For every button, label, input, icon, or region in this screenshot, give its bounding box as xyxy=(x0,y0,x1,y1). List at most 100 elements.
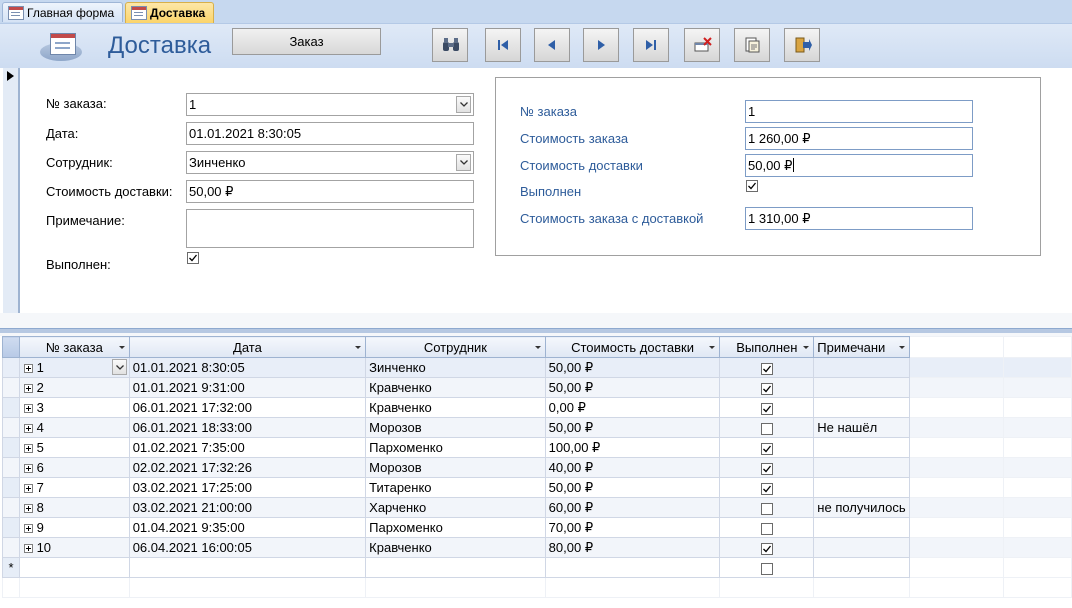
sort-arrow-icon[interactable] xyxy=(709,346,716,349)
table-row[interactable]: 7 03.02.2021 17:25:00 Титаренко 50,00 ₽ xyxy=(2,477,1072,498)
expand-plus-icon[interactable] xyxy=(23,544,33,554)
next-record-button[interactable] xyxy=(583,28,619,62)
row-selector[interactable] xyxy=(2,537,20,558)
delivery-cost-cell[interactable]: 50,00 ₽ xyxy=(544,477,721,498)
sub-delivery-cost-field[interactable]: 50,00 ₽ xyxy=(745,154,973,177)
expand-plus-icon[interactable] xyxy=(23,464,33,474)
sub-done-checkbox[interactable] xyxy=(746,180,758,192)
sort-arrow-icon[interactable] xyxy=(898,346,905,349)
first-record-button[interactable] xyxy=(485,28,521,62)
row-selector[interactable] xyxy=(2,377,20,398)
table-row[interactable]: 2 01.01.2021 9:31:00 Кравченко 50,00 ₽ xyxy=(2,377,1072,398)
expand-plus-icon[interactable] xyxy=(23,424,33,434)
order-no-cell[interactable] xyxy=(18,557,130,578)
table-row[interactable]: 5 01.02.2021 7:35:00 Пархоменко 100,00 ₽ xyxy=(2,437,1072,458)
order-no-cell[interactable]: 2 xyxy=(18,377,130,398)
note-cell[interactable]: Не нашёл xyxy=(813,417,910,438)
done-checkbox[interactable] xyxy=(760,542,773,555)
done-cell[interactable] xyxy=(719,477,815,498)
column-header-date[interactable]: Дата xyxy=(128,336,367,358)
done-checkbox[interactable] xyxy=(760,502,773,515)
row-selector[interactable] xyxy=(2,517,20,538)
employee-cell[interactable]: Пархоменко xyxy=(365,437,546,458)
date-cell[interactable]: 02.02.2021 17:32:26 xyxy=(128,457,367,478)
date-cell[interactable]: 06.01.2021 17:32:00 xyxy=(128,397,367,418)
row-selector[interactable] xyxy=(2,437,20,458)
row-selector[interactable] xyxy=(2,477,20,498)
note-cell[interactable] xyxy=(813,457,910,478)
note-cell[interactable] xyxy=(813,377,910,398)
date-cell[interactable]: 06.04.2021 16:00:05 xyxy=(128,537,367,558)
column-header-delivery-cost[interactable]: Стоимость доставки xyxy=(544,336,721,358)
order-no-cell[interactable]: 5 xyxy=(18,437,130,458)
date-cell[interactable]: 01.01.2021 9:31:00 xyxy=(128,377,367,398)
employee-cell[interactable]: Кравченко xyxy=(365,377,546,398)
sort-arrow-icon[interactable] xyxy=(355,346,362,349)
delivery-cost-field[interactable]: 50,00 ₽ xyxy=(186,180,474,203)
employee-cell[interactable]: Морозов xyxy=(365,417,546,438)
note-cell[interactable] xyxy=(813,397,910,418)
column-header-done[interactable]: Выполнен xyxy=(719,336,815,358)
new-record-selector[interactable]: * xyxy=(2,557,20,578)
expand-plus-icon[interactable] xyxy=(23,404,33,414)
done-cell[interactable] xyxy=(719,557,815,578)
done-checkbox[interactable] xyxy=(760,522,773,535)
expand-plus-icon[interactable] xyxy=(23,364,33,374)
note-cell[interactable] xyxy=(813,357,910,378)
table-row[interactable]: 6 02.02.2021 17:32:26 Морозов 40,00 ₽ xyxy=(2,457,1072,478)
done-cell[interactable] xyxy=(719,457,815,478)
note-field[interactable] xyxy=(186,209,474,248)
table-row[interactable]: 1 01.01.2021 8:30:05 Зинченко 50,00 ₽ xyxy=(2,357,1072,378)
done-checkbox[interactable] xyxy=(760,422,773,435)
order-no-cell[interactable]: 8 xyxy=(18,497,130,518)
select-all-corner[interactable] xyxy=(2,336,20,358)
order-no-cell[interactable]: 7 xyxy=(18,477,130,498)
employee-cell[interactable]: Морозов xyxy=(365,457,546,478)
order-no-cell[interactable]: 10 xyxy=(18,537,130,558)
delivery-cost-cell[interactable]: 80,00 ₽ xyxy=(544,537,721,558)
sort-arrow-icon[interactable] xyxy=(534,346,541,349)
report-button[interactable] xyxy=(734,28,770,62)
note-cell[interactable] xyxy=(813,557,910,578)
done-checkbox[interactable] xyxy=(760,462,773,475)
done-cell[interactable] xyxy=(719,417,815,438)
note-cell[interactable] xyxy=(813,537,910,558)
order-no-combo[interactable]: 1 xyxy=(186,93,474,116)
tab-main-form[interactable]: Главная форма xyxy=(2,2,123,22)
delivery-cost-cell[interactable]: 50,00 ₽ xyxy=(544,357,721,378)
delivery-cost-cell[interactable] xyxy=(544,557,721,578)
delivery-cost-cell[interactable]: 40,00 ₽ xyxy=(544,457,721,478)
expand-plus-icon[interactable] xyxy=(23,444,33,454)
date-cell[interactable]: 06.01.2021 18:33:00 xyxy=(128,417,367,438)
note-cell[interactable] xyxy=(813,517,910,538)
done-cell[interactable] xyxy=(719,497,815,518)
expand-plus-icon[interactable] xyxy=(23,484,33,494)
order-no-cell-dropdown-button[interactable] xyxy=(111,359,127,375)
order-no-cell[interactable]: 1 xyxy=(18,357,130,378)
date-cell[interactable] xyxy=(128,557,367,578)
exit-button[interactable] xyxy=(784,28,820,62)
row-selector[interactable] xyxy=(2,417,20,438)
find-button[interactable] xyxy=(432,28,468,62)
last-record-button[interactable] xyxy=(633,28,669,62)
delivery-cost-cell[interactable]: 0,00 ₽ xyxy=(544,397,721,418)
order-button[interactable]: Заказ xyxy=(232,28,381,55)
employee-cell[interactable] xyxy=(365,557,546,578)
note-cell[interactable] xyxy=(813,477,910,498)
table-row[interactable]: 9 01.04.2021 9:35:00 Пархоменко 70,00 ₽ xyxy=(2,517,1072,538)
employee-cell[interactable]: Кравченко xyxy=(365,397,546,418)
order-no-cell[interactable]: 9 xyxy=(18,517,130,538)
done-cell[interactable] xyxy=(719,377,815,398)
done-cell[interactable] xyxy=(719,437,815,458)
sort-arrow-icon[interactable] xyxy=(803,346,810,349)
note-cell[interactable] xyxy=(813,437,910,458)
date-cell[interactable]: 01.04.2021 9:35:00 xyxy=(128,517,367,538)
done-checkbox[interactable] xyxy=(760,442,773,455)
delivery-cost-cell[interactable]: 100,00 ₽ xyxy=(544,437,721,458)
employee-cell[interactable]: Кравченко xyxy=(365,537,546,558)
expand-plus-icon[interactable] xyxy=(23,524,33,534)
total-cost-field[interactable]: 1 310,00 ₽ xyxy=(745,207,973,230)
employee-cell[interactable]: Титаренко xyxy=(365,477,546,498)
row-selector[interactable] xyxy=(2,357,20,378)
employee-cell[interactable]: Харченко xyxy=(365,497,546,518)
